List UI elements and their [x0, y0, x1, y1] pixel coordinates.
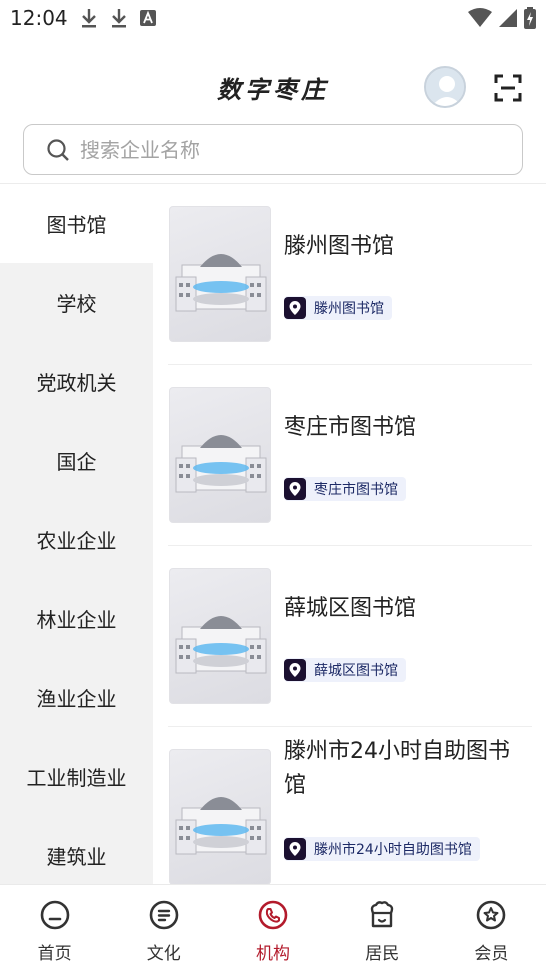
- wifi-icon: [468, 8, 492, 27]
- sidebar-item-agriculture[interactable]: 农业企业: [0, 500, 153, 579]
- sidebar-item-fishery[interactable]: 渔业企业: [0, 658, 153, 737]
- location-tag-label: 滕州图书馆: [314, 301, 384, 317]
- category-sidebar: 图书馆 学校 党政机关 国企 农业企业 林业企业 渔业企业 工业制造业 建筑业: [0, 184, 153, 884]
- location-pin-icon: [284, 478, 306, 500]
- location-pin-icon: [284, 659, 306, 681]
- sidebar-item-forestry[interactable]: 林业企业: [0, 579, 153, 658]
- nav-label: 居民: [365, 944, 400, 964]
- list-item[interactable]: 薛城区图书馆 薛城区图书馆: [168, 546, 532, 727]
- status-notifications: [80, 8, 156, 28]
- sidebar-item-government[interactable]: 党政机关: [0, 342, 153, 421]
- sidebar-item-state-enterprise[interactable]: 国企: [0, 421, 153, 500]
- app-header: 数字枣庄: [0, 58, 546, 118]
- search-icon: [47, 138, 69, 161]
- location-tag: 薛城区图书馆: [284, 658, 406, 682]
- institution-name: 枣庄市图书馆: [284, 415, 417, 440]
- nav-label: 会员: [474, 944, 509, 964]
- location-tag-label: 薛城区图书馆: [314, 663, 398, 679]
- battery-charging-icon: [524, 7, 536, 29]
- download-icon: [111, 9, 126, 28]
- avatar[interactable]: [424, 66, 466, 108]
- bottom-nav: 首页 文化 机构 居民 会员: [0, 884, 546, 972]
- sidebar-item-library[interactable]: 图书馆: [0, 184, 153, 263]
- resident-icon: [371, 901, 394, 928]
- home-face-icon: [40, 900, 69, 930]
- member-star-icon: [477, 900, 506, 930]
- location-tag: 滕州市24小时自助图书馆: [284, 837, 480, 861]
- list-item[interactable]: 滕州图书馆 滕州图书馆: [168, 184, 532, 365]
- library-building-image: [169, 568, 271, 704]
- location-tag-label: 枣庄市图书馆: [314, 482, 398, 498]
- nav-label: 机构: [256, 944, 290, 964]
- location-tag: 滕州图书馆: [284, 296, 392, 320]
- search-input[interactable]: [80, 137, 480, 162]
- nav-home[interactable]: 首页: [0, 885, 109, 972]
- location-tag-label: 滕州市24小时自助图书馆: [314, 842, 472, 858]
- institution-name: 滕州市24小时自助图书馆: [284, 739, 510, 798]
- nav-culture[interactable]: 文化: [109, 885, 218, 972]
- library-building-image: [169, 749, 271, 884]
- location-pin-icon: [284, 838, 306, 860]
- signal-icon: [499, 9, 517, 27]
- scan-icon: [494, 74, 522, 102]
- sidebar-item-school[interactable]: 学校: [0, 263, 153, 342]
- nav-resident[interactable]: 居民: [328, 885, 437, 972]
- institution-name: 薛城区图书馆: [284, 596, 417, 621]
- nav-institution[interactable]: 机构: [218, 885, 327, 972]
- nav-label: 文化: [146, 944, 181, 964]
- list-item[interactable]: 枣庄市图书馆 枣庄市图书馆: [168, 365, 532, 546]
- scan-button[interactable]: [494, 74, 522, 102]
- text-a-icon: [139, 10, 156, 26]
- location-pin-icon: [284, 297, 306, 319]
- institution-name: 滕州图书馆: [284, 234, 395, 259]
- nav-label: 首页: [37, 944, 72, 964]
- status-system-icons: [468, 7, 536, 29]
- library-building-image: [169, 387, 271, 523]
- sidebar-item-manufacturing[interactable]: 工业制造业: [0, 737, 153, 816]
- list-item[interactable]: 滕州市24小时自助图书馆 滕州市24小时自助图书馆: [168, 727, 532, 884]
- institution-list: 滕州图书馆 滕州图书馆 枣庄市图书馆 枣庄市图书馆 薛城区图书馆 薛城区图书馆 …: [168, 184, 532, 884]
- status-bar: 12:04: [0, 0, 546, 36]
- book-icon: [149, 900, 179, 930]
- library-building-image: [169, 206, 271, 342]
- location-tag: 枣庄市图书馆: [284, 477, 406, 501]
- download-icon: [81, 9, 96, 28]
- phone-icon: [258, 900, 288, 930]
- status-time: 12:04: [10, 6, 68, 30]
- search-box[interactable]: [23, 124, 523, 175]
- nav-member[interactable]: 会员: [437, 885, 546, 972]
